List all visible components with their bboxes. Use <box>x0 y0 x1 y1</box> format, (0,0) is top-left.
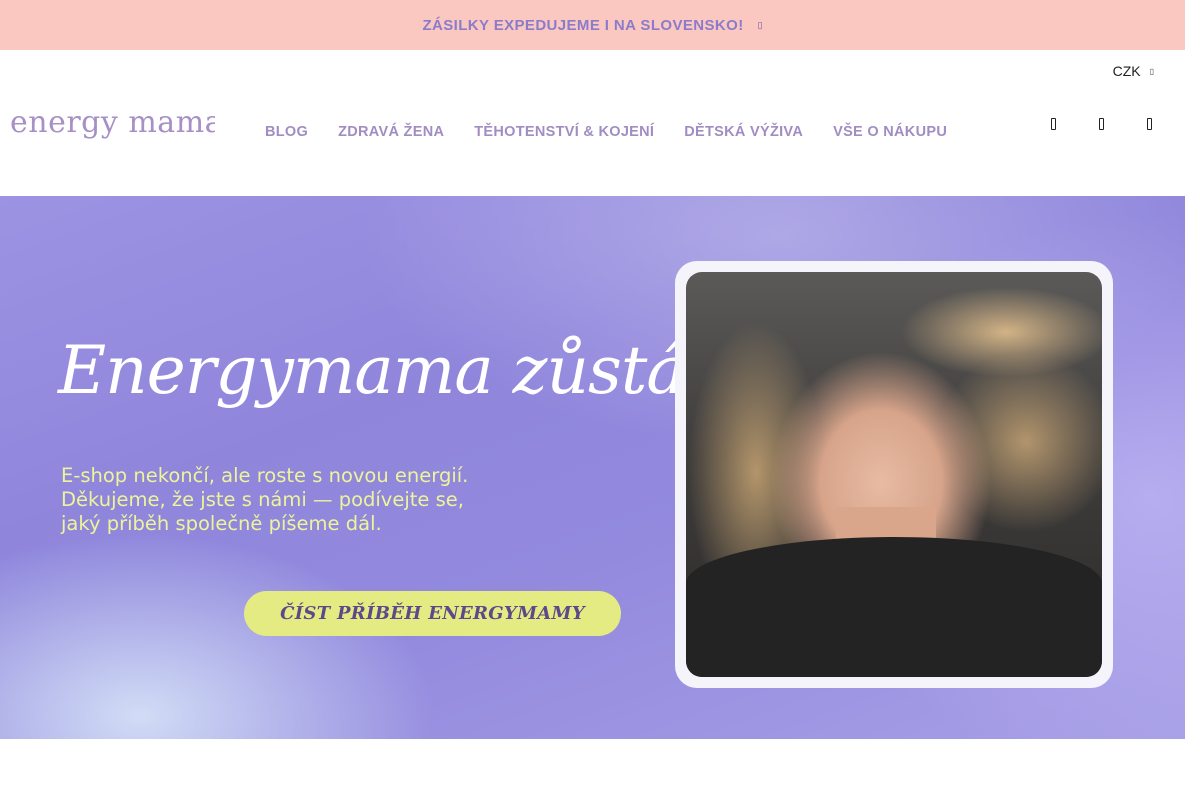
currency-label: CZK <box>1112 63 1141 79</box>
chevron-down-icon: ▯ <box>1149 66 1154 76</box>
hero-subtitle-line: E-shop nekončí, ale roste s novou energi… <box>61 464 469 487</box>
photo-shirt <box>686 537 1102 677</box>
currency-selector[interactable]: CZK ▯ <box>1113 63 1154 79</box>
nav-item-tehotenstvi-kojeni[interactable]: TĚHOTENSTVÍ & KOJENÍ <box>474 124 654 140</box>
cart-icon[interactable] <box>1143 116 1155 132</box>
header-icons <box>1047 116 1155 132</box>
site-header: CZK ▯ energy mama BLOG ZDRAVÁ ŽENA TĚHOT… <box>0 50 1185 196</box>
hero-subtitle: E-shop nekončí, ale roste s novou energi… <box>61 464 541 536</box>
logo-text: energy mama <box>10 105 215 140</box>
logo[interactable]: energy mama <box>10 102 215 154</box>
read-story-button[interactable]: ČÍST PŘÍBĚH ENERGYMAMY <box>244 591 621 636</box>
hero-title: Energymama zůstává <box>58 332 760 409</box>
announcement-bar[interactable]: ZÁSILKY EXPEDUJEME I NA SLOVENSKO! ▯ <box>0 0 1185 50</box>
nav-item-zdrava-zena[interactable]: ZDRAVÁ ŽENA <box>338 124 444 140</box>
hero-banner[interactable]: Energymama zůstává E-shop nekončí, ale r… <box>0 196 1185 739</box>
nav-item-blog[interactable]: BLOG <box>265 124 308 140</box>
main-nav: BLOG ZDRAVÁ ŽENA TĚHOTENSTVÍ & KOJENÍ DĚ… <box>265 124 947 140</box>
hero-subtitle-line: Děkujeme, že jste s námi — podívejte se, <box>61 488 464 511</box>
account-icon[interactable] <box>1095 116 1107 132</box>
hero-photo <box>686 272 1102 677</box>
nav-item-vse-o-nakupu[interactable]: VŠE O NÁKUPU <box>833 124 947 140</box>
hero-subtitle-line: jaký příběh společně píšeme dál. <box>61 512 382 535</box>
hero-photo-frame <box>675 261 1113 688</box>
nav-item-detska-vyziva[interactable]: DĚTSKÁ VÝŽIVA <box>684 124 803 140</box>
announcement-text: ZÁSILKY EXPEDUJEME I NA SLOVENSKO! <box>422 16 744 34</box>
chevron-right-icon[interactable]: ▯ <box>758 20 763 31</box>
search-icon[interactable] <box>1047 116 1059 132</box>
